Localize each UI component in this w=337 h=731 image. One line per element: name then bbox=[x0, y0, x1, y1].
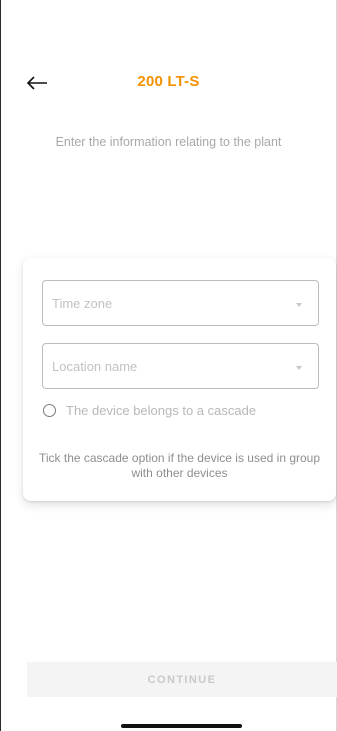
location-name-select[interactable]: Location name bbox=[42, 343, 319, 389]
cascade-label: The device belongs to a cascade bbox=[66, 402, 257, 418]
header: 200 LT-S bbox=[0, 64, 337, 104]
chevron-down-icon bbox=[296, 366, 302, 370]
status-bar bbox=[0, 0, 337, 44]
page-title: 200 LT-S bbox=[137, 73, 200, 90]
location-name-placeholder: Location name bbox=[52, 359, 138, 374]
continue-label: CONTINUE bbox=[147, 674, 217, 686]
cascade-hint: Tick the cascade option if the device is… bbox=[38, 451, 321, 480]
page-subtitle: Enter the information relating to the pl… bbox=[55, 135, 282, 149]
home-indicator bbox=[121, 724, 242, 728]
time-zone-select[interactable]: Time zone bbox=[42, 280, 319, 326]
continue-button[interactable]: CONTINUE bbox=[27, 662, 337, 697]
screen-edge-left bbox=[0, 0, 1, 731]
time-zone-placeholder: Time zone bbox=[52, 296, 113, 311]
chevron-down-icon bbox=[296, 303, 302, 307]
plant-info-screen: 200 LT-S Enter the information relating … bbox=[0, 0, 337, 731]
cascade-radio-option[interactable]: The device belongs to a cascade bbox=[43, 401, 256, 419]
radio-unchecked-icon[interactable] bbox=[43, 403, 56, 417]
plant-form-card: Time zone Location name The device belon… bbox=[23, 258, 336, 501]
